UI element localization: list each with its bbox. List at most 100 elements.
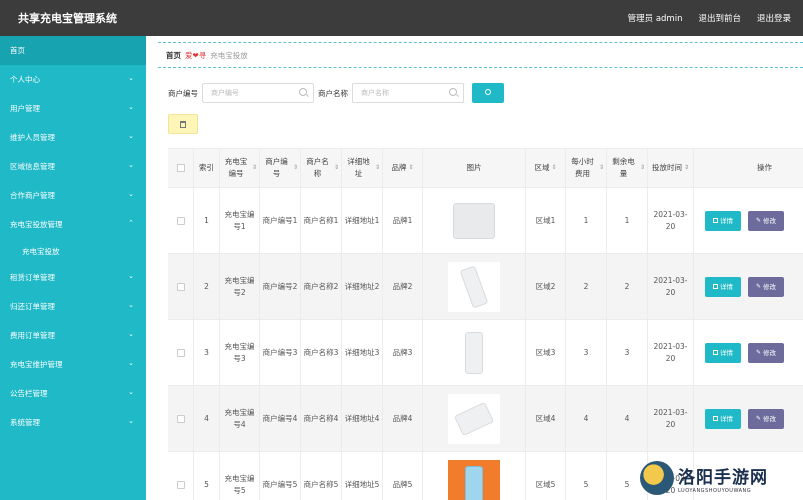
sidebar-item-users[interactable]: 用户管理 ⌄ <box>0 94 146 123</box>
header-battery[interactable]: 剩余电量 ⇕ <box>607 149 648 187</box>
edit-button[interactable]: ✎ 修改 <box>748 342 784 363</box>
sidebar-item-return-orders[interactable]: 归还订单管理 ⌄ <box>0 292 146 321</box>
watermark-logo-icon <box>640 461 674 495</box>
header-ops: 操作 <box>757 163 772 172</box>
cell-merchant-id: 商户编号3 <box>260 320 301 385</box>
cell-code: 充电宝编号3 <box>220 320 260 385</box>
table-row: 1 充电宝编号1 商户编号1 商户名称1 详细地址1 品牌1 区域1 1 1 2… <box>168 188 803 254</box>
chevron-down-icon: ⌄ <box>128 74 134 82</box>
cell-merchant-name: 商户名称4 <box>301 386 342 451</box>
power-bank-image <box>448 261 500 312</box>
sidebar-item-label: 充电宝维护管理 <box>10 360 63 369</box>
pencil-icon: ✎ <box>755 414 762 422</box>
watermark-text: 洛阳手游网 <box>678 467 768 488</box>
sidebar-item-merchants[interactable]: 合作商户管理 ⌄ <box>0 181 146 210</box>
cell-time: 2021-03-20 <box>648 386 694 451</box>
cell-battery: 4 <box>607 386 648 451</box>
logout-link[interactable]: 退出登录 <box>757 12 791 24</box>
chevron-down-icon: ⌄ <box>128 103 134 111</box>
sidebar-item-deployment[interactable]: 充电宝投放管理 ⌃ <box>0 210 146 239</box>
merchant-name-input[interactable]: 商户名称 <box>352 83 464 103</box>
edit-button[interactable]: ✎ 修改 <box>748 210 784 231</box>
pencil-icon: ✎ <box>755 348 762 356</box>
sidebar-item-maintainers[interactable]: 维护人员管理 ⌄ <box>0 123 146 152</box>
sidebar-item-label: 租赁订单管理 <box>10 273 55 282</box>
header-code[interactable]: 充电宝编号 ⇕ <box>220 149 260 187</box>
table-row: 3 充电宝编号3 商户编号3 商户名称3 详细地址3 品牌3 区域3 3 3 2… <box>168 320 803 386</box>
cell-brand: 品牌1 <box>383 188 423 253</box>
merchant-name-label: 商户名称 <box>318 88 348 98</box>
cell-price: 3 <box>566 320 607 385</box>
header-merchant-id[interactable]: 商户编号 ⇕ <box>260 149 301 187</box>
cell-index: 1 <box>194 188 220 253</box>
detail-button[interactable]: 详情 <box>705 276 741 297</box>
delete-button[interactable] <box>168 114 198 134</box>
power-bank-image <box>448 459 500 500</box>
detail-icon <box>713 284 718 289</box>
sort-icon: ⇕ <box>598 164 604 171</box>
row-checkbox[interactable] <box>176 216 185 225</box>
header-merchant-name[interactable]: 商户名称 ⇕ <box>301 149 342 187</box>
cell-address: 详细地址5 <box>342 452 383 500</box>
cell-address: 详细地址1 <box>342 188 383 253</box>
app-title: 共享充电宝管理系统 <box>18 12 117 25</box>
cell-area: 区域5 <box>526 452 566 500</box>
chevron-down-icon: ⌄ <box>128 272 134 280</box>
sidebar-item-label: 系统管理 <box>10 418 40 427</box>
detail-button[interactable]: 详情 <box>705 210 741 231</box>
cell-index: 5 <box>194 452 220 500</box>
sidebar-item-profile[interactable]: 个人中心 ⌄ <box>0 65 146 94</box>
row-checkbox[interactable] <box>176 282 185 291</box>
chevron-down-icon: ⌄ <box>128 330 134 338</box>
breadcrumb-home[interactable]: 首页 <box>166 50 181 61</box>
sidebar-item-label: 充电宝投放 <box>22 246 60 256</box>
pencil-icon: ✎ <box>755 216 762 224</box>
sidebar-item-system[interactable]: 系统管理 ⌄ <box>0 408 146 437</box>
sidebar-item-maintenance[interactable]: 充电宝维护管理 ⌄ <box>0 350 146 379</box>
search-button[interactable] <box>472 83 504 103</box>
detail-button[interactable]: 详情 <box>705 342 741 363</box>
cell-merchant-id: 商户编号1 <box>260 188 301 253</box>
chevron-down-icon: ⌄ <box>128 359 134 367</box>
row-checkbox[interactable] <box>176 480 185 489</box>
detail-button[interactable]: 详情 <box>705 408 741 429</box>
sidebar-item-home[interactable]: 首页 <box>0 36 146 65</box>
row-checkbox[interactable] <box>176 348 185 357</box>
sidebar-item-fee-orders[interactable]: 费用订单管理 ⌄ <box>0 321 146 350</box>
chevron-down-icon: ⌄ <box>128 161 134 169</box>
sidebar-subitem-deploy[interactable]: 充电宝投放 <box>0 239 146 263</box>
cell-code: 充电宝编号1 <box>220 188 260 253</box>
search-icon <box>485 89 491 95</box>
sort-icon: ⇕ <box>374 164 380 171</box>
header-brand[interactable]: 品牌 ⇕ <box>383 149 423 187</box>
header-time[interactable]: 投放时间 ⇕ <box>648 149 694 187</box>
cell-price: 2 <box>566 254 607 319</box>
edit-button[interactable]: ✎ 修改 <box>748 408 784 429</box>
cell-merchant-name: 商户名称3 <box>301 320 342 385</box>
power-bank-image <box>448 393 500 444</box>
sidebar-item-areas[interactable]: 区域信息管理 ⌄ <box>0 152 146 181</box>
chevron-up-icon: ⌃ <box>128 219 134 227</box>
sidebar: 首页 个人中心 ⌄ 用户管理 ⌄ 维护人员管理 ⌄ 区域信息管理 ⌄ 合作商户管理 ⌄ 充… <box>0 36 146 500</box>
sidebar-item-notices[interactable]: 公告栏管理 ⌄ <box>0 379 146 408</box>
search-icon <box>449 88 457 96</box>
merchant-id-placeholder: 商户编号 <box>211 89 239 97</box>
cell-merchant-id: 商户编号2 <box>260 254 301 319</box>
detail-icon <box>713 218 718 223</box>
select-all-checkbox[interactable] <box>176 164 185 172</box>
cell-area: 区域4 <box>526 386 566 451</box>
header-address[interactable]: 详细地址 ⇕ <box>342 149 383 187</box>
search-bar: 商户编号 商户编号 商户名称 商户名称 <box>168 82 504 104</box>
merchant-id-input[interactable]: 商户编号 <box>202 83 314 103</box>
sidebar-item-rental-orders[interactable]: 租赁订单管理 ⌄ <box>0 263 146 292</box>
to-frontend-link[interactable]: 退出到前台 <box>698 12 741 24</box>
cell-battery: 3 <box>607 320 648 385</box>
row-checkbox[interactable] <box>176 414 185 423</box>
header-area[interactable]: 区域 ⇕ <box>526 149 566 187</box>
sidebar-item-label: 维护人员管理 <box>10 133 55 142</box>
cell-merchant-name: 商户名称2 <box>301 254 342 319</box>
header-price[interactable]: 每小时费用 ⇕ <box>566 149 607 187</box>
chevron-down-icon: ⌄ <box>128 301 134 309</box>
sidebar-item-label: 费用订单管理 <box>10 331 55 340</box>
edit-button[interactable]: ✎ 修改 <box>748 276 784 297</box>
